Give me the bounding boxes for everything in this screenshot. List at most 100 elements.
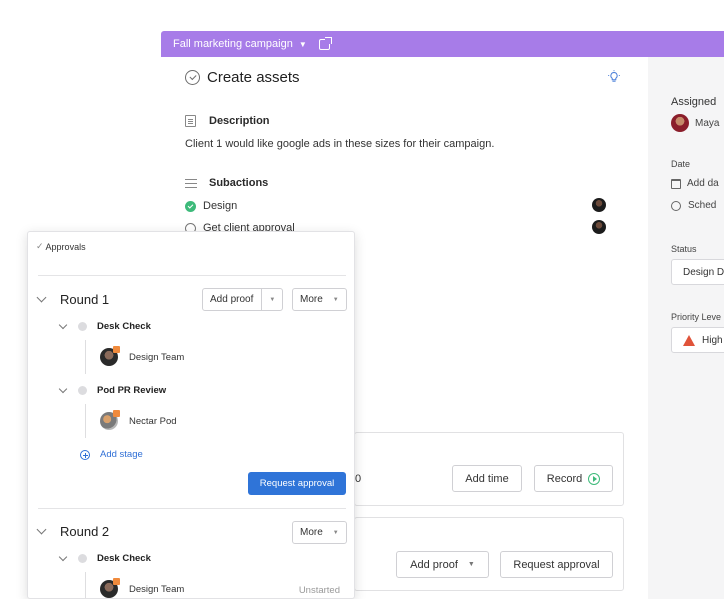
record-button[interactable]: Record [534, 465, 613, 492]
assignee-name: Maya [695, 117, 720, 129]
stage-status-dot [78, 554, 87, 563]
stage-status-dot [78, 386, 87, 395]
reviewer-name: Design Team [129, 583, 185, 595]
subactions-label: Subactions [209, 177, 269, 189]
request-approval-label: Request approval [513, 558, 600, 571]
complete-task-icon[interactable] [185, 70, 200, 85]
reviewer[interactable]: Nectar Pod [100, 410, 177, 430]
assigned-label: Assigned [671, 96, 717, 108]
add-stage-button[interactable]: Add stage [80, 449, 143, 460]
chevron-down-icon[interactable] [36, 292, 47, 303]
approvals-header: ✓ Approvals [36, 241, 86, 252]
round-title: Round 1 [60, 292, 110, 307]
priority-dropdown[interactable]: High [671, 327, 724, 353]
task-details-sidebar: Assigned Maya Date Add da Sched Status D… [648, 57, 724, 599]
more-button[interactable]: More ▼ [292, 521, 347, 544]
status-dropdown[interactable]: Design D [671, 259, 724, 285]
stage-name: Desk Check [97, 321, 151, 332]
priority-value: High [702, 334, 723, 346]
chevron-down-icon: ▼ [467, 561, 475, 568]
description-text[interactable]: Client 1 would like google ads in these … [185, 138, 494, 150]
description-section-label: Description [185, 115, 270, 127]
avatar[interactable] [592, 198, 606, 212]
completed-check-icon[interactable] [185, 200, 196, 212]
subactions-section-label: Subactions [185, 177, 268, 189]
avatar[interactable] [592, 220, 606, 234]
avatar [100, 346, 120, 366]
request-approval-button[interactable]: Request approval [500, 551, 613, 578]
reviewer[interactable]: Design Team [100, 346, 185, 366]
chevron-down-icon[interactable]: ▼ [269, 297, 275, 303]
stage-header[interactable]: Desk Check [58, 320, 151, 332]
date-label: Date [671, 159, 691, 169]
alarm-clock-icon [671, 200, 681, 211]
status-label: Status [671, 244, 697, 254]
reviewer-name: Design Team [129, 351, 185, 363]
divider [261, 288, 263, 311]
description-label: Description [209, 115, 270, 127]
stage-header[interactable]: Desk Check [58, 552, 151, 564]
add-proof-split-button[interactable]: Add proof ▼ [202, 288, 284, 311]
more-label: More [300, 527, 323, 538]
assignee[interactable]: Maya [671, 114, 719, 132]
warning-icon [683, 334, 695, 346]
add-time-button[interactable]: Add time [452, 465, 522, 492]
round-header[interactable]: Round 1 [36, 292, 110, 307]
time-tracking-card: 0 Add time Record [354, 432, 624, 506]
plus-circle-icon [80, 449, 90, 460]
task-title[interactable]: Create assets [207, 69, 300, 86]
stage-connector [85, 572, 86, 598]
stage-status-text: Unstarted [298, 585, 340, 596]
request-approval-label: Request approval [259, 478, 335, 489]
round-title: Round 2 [60, 524, 110, 539]
subaction-item[interactable]: Design [185, 200, 237, 212]
stage-connector [85, 404, 86, 438]
chevron-down-icon[interactable]: ▼ [299, 40, 307, 49]
status-value: Design D [683, 266, 724, 278]
chevron-down-icon: ▼ [332, 296, 339, 303]
lightbulb-icon[interactable] [607, 70, 621, 84]
approvals-title: Approvals [45, 241, 86, 252]
approvals-panel: ✓ Approvals Round 1 Add proof ▼ More ▼ D… [27, 231, 355, 599]
avatar [100, 410, 120, 430]
add-date-button[interactable]: Add da [671, 178, 719, 189]
divider [38, 508, 346, 509]
chevron-down-icon[interactable] [58, 552, 68, 561]
chevron-down-icon[interactable] [58, 320, 68, 329]
add-time-label: Add time [465, 472, 509, 485]
stage-name: Desk Check [97, 553, 151, 564]
more-label: More [300, 294, 323, 305]
add-date-label: Add da [687, 178, 719, 189]
avatar [100, 578, 120, 598]
add-proof-label: Add proof [410, 558, 458, 571]
document-icon [185, 115, 196, 127]
add-proof-button[interactable]: Add proof ▼ [396, 551, 489, 578]
reviewer[interactable]: Design Team [100, 578, 185, 598]
external-link-icon[interactable] [318, 36, 332, 50]
project-header-bar[interactable]: Fall marketing campaign ▼ [161, 31, 724, 57]
avatar [671, 114, 689, 132]
stage-header[interactable]: Pod PR Review [58, 384, 166, 396]
reviewer-name: Nectar Pod [129, 415, 177, 427]
calendar-icon [671, 178, 681, 189]
approval-check-icon: ✓ [36, 241, 44, 251]
divider [38, 275, 346, 276]
proof-card: Add proof ▼ Request approval [354, 517, 624, 591]
stage-status-dot [78, 322, 87, 331]
stage-connector [85, 340, 86, 374]
list-icon [185, 178, 197, 188]
play-icon [588, 472, 601, 485]
chevron-down-icon[interactable] [58, 384, 68, 393]
project-name[interactable]: Fall marketing campaign [173, 38, 293, 50]
priority-label: Priority Leve [671, 312, 722, 322]
schedule-button[interactable]: Sched [671, 200, 716, 211]
record-label: Record [546, 472, 583, 485]
subaction-label[interactable]: Design [203, 200, 237, 212]
task-title-row: Create assets [185, 69, 300, 86]
request-approval-button[interactable]: Request approval [248, 472, 346, 495]
more-button[interactable]: More ▼ [292, 288, 347, 311]
add-proof-label: Add proof [210, 294, 254, 305]
round-header[interactable]: Round 2 [36, 524, 110, 539]
chevron-down-icon: ▼ [332, 529, 339, 536]
chevron-down-icon[interactable] [36, 524, 47, 535]
